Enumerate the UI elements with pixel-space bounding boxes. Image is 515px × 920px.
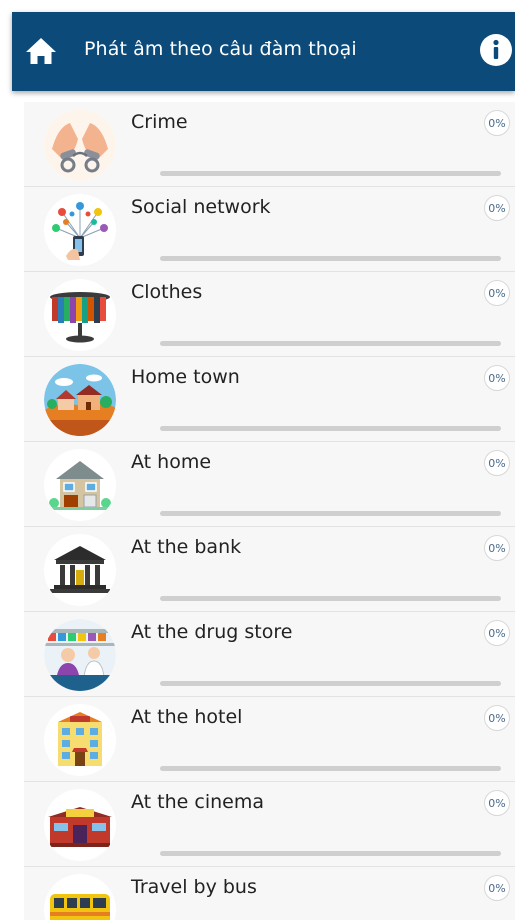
topic-item-at-home[interactable]: At home 0%	[24, 442, 515, 527]
topic-label: Crime	[131, 111, 188, 133]
progress-badge: 0%	[484, 790, 510, 816]
topic-list: Crime 0% Social network 0% Clothes 0% Ho…	[24, 102, 515, 920]
progress-bar	[160, 341, 501, 346]
info-button[interactable]	[479, 33, 513, 67]
page-title: Phát âm theo câu đàm thoại	[84, 38, 357, 60]
topic-item-travel-by-bus[interactable]: Travel by bus 0%	[24, 867, 515, 920]
topic-item-home-town[interactable]: Home town 0%	[24, 357, 515, 442]
handcuffs-icon	[44, 109, 116, 181]
progress-bar	[160, 766, 501, 771]
topic-label: At the hotel	[131, 706, 243, 728]
progress-badge: 0%	[484, 195, 510, 221]
home-icon	[26, 38, 56, 64]
bus-icon	[44, 874, 116, 920]
topic-item-at-the-drug-store[interactable]: At the drug store 0%	[24, 612, 515, 697]
cinema-icon	[44, 789, 116, 861]
home-town-icon	[44, 364, 116, 436]
progress-badge: 0%	[484, 875, 510, 901]
app-screen: Phát âm theo câu đàm thoại Crime 0% Soci…	[0, 0, 515, 920]
progress-badge: 0%	[484, 620, 510, 646]
progress-badge: 0%	[484, 280, 510, 306]
progress-bar	[160, 256, 501, 261]
top-app-bar: Phát âm theo câu đàm thoại	[12, 12, 515, 91]
progress-bar	[160, 511, 501, 516]
topic-label: At the drug store	[131, 621, 293, 643]
info-icon	[480, 34, 512, 66]
topic-label: Home town	[131, 366, 240, 388]
progress-bar	[160, 851, 501, 856]
topic-label: At the cinema	[131, 791, 264, 813]
topic-label: At home	[131, 451, 212, 473]
topic-item-crime[interactable]: Crime 0%	[24, 102, 515, 187]
progress-badge: 0%	[484, 535, 510, 561]
social-network-icon	[44, 194, 116, 266]
clothes-rack-icon	[44, 279, 116, 351]
home-button[interactable]	[24, 34, 58, 68]
topic-item-at-the-hotel[interactable]: At the hotel 0%	[24, 697, 515, 782]
progress-badge: 0%	[484, 705, 510, 731]
topic-item-social-network[interactable]: Social network 0%	[24, 187, 515, 272]
topic-label: Clothes	[131, 281, 203, 303]
topic-label: Travel by bus	[131, 876, 257, 898]
topic-item-at-the-cinema[interactable]: At the cinema 0%	[24, 782, 515, 867]
progress-bar	[160, 681, 501, 686]
progress-badge: 0%	[484, 110, 510, 136]
pharmacy-icon	[44, 619, 116, 691]
progress-bar	[160, 171, 501, 176]
progress-bar	[160, 596, 501, 601]
topic-label: At the bank	[131, 536, 242, 558]
hotel-icon	[44, 704, 116, 776]
bank-icon	[44, 534, 116, 606]
topic-item-clothes[interactable]: Clothes 0%	[24, 272, 515, 357]
house-icon	[44, 449, 116, 521]
progress-badge: 0%	[484, 450, 510, 476]
progress-bar	[160, 426, 501, 431]
progress-badge: 0%	[484, 365, 510, 391]
topic-label: Social network	[131, 196, 271, 218]
topic-item-at-the-bank[interactable]: At the bank 0%	[24, 527, 515, 612]
